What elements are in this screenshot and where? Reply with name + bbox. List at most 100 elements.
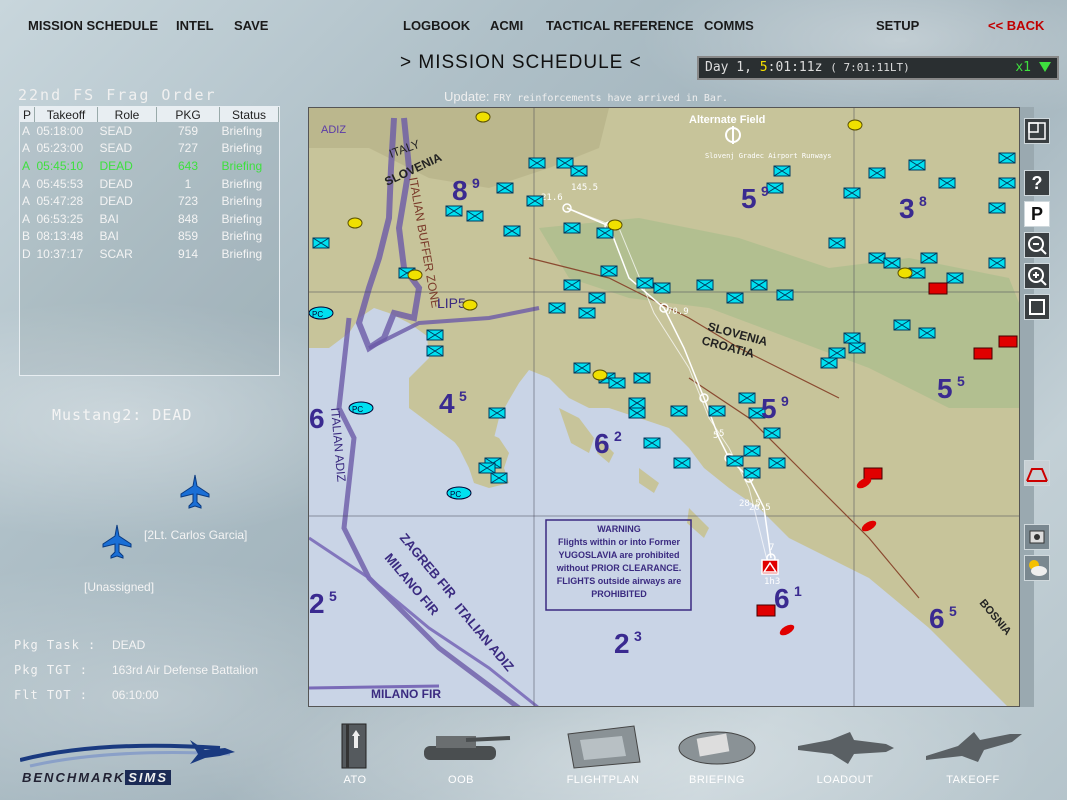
table-row[interactable]: A 05:45:53 DEAD 1 Briefing	[20, 175, 279, 193]
menu-tactical-reference[interactable]: TACTICAL REFERENCE	[546, 18, 694, 33]
enemy-unit-icon[interactable]	[928, 282, 948, 295]
friendly-unit-icon[interactable]	[918, 327, 936, 339]
flightplan-button[interactable]: FLIGHTPLAN	[548, 720, 658, 790]
friendly-unit-icon[interactable]	[743, 467, 761, 479]
friendly-unit-icon[interactable]	[776, 289, 794, 301]
friendly-unit-icon[interactable]	[828, 347, 846, 359]
friendly-unit-icon[interactable]	[883, 257, 901, 269]
friendly-unit-icon[interactable]	[526, 195, 544, 207]
friendly-unit-icon[interactable]	[570, 165, 588, 177]
enemy-unit-icon[interactable]	[756, 604, 776, 617]
p-button[interactable]: P	[1024, 201, 1050, 227]
menu-comms[interactable]: COMMS	[704, 18, 754, 33]
map-scrollbar[interactable]	[1020, 107, 1034, 707]
friendly-unit-icon[interactable]	[938, 177, 956, 189]
friendly-unit-icon[interactable]	[600, 265, 618, 277]
pc-marker[interactable]: PC	[348, 401, 374, 415]
zoom-in-button[interactable]	[1024, 263, 1050, 289]
friendly-unit-icon[interactable]	[563, 222, 581, 234]
friendly-unit-icon[interactable]	[920, 252, 938, 264]
friendly-unit-icon[interactable]	[628, 397, 646, 409]
ato-button[interactable]: ATO	[300, 720, 410, 790]
table-row[interactable]: A 06:53:25 BAI 848 Briefing	[20, 210, 279, 228]
zoom-out-button[interactable]	[1024, 232, 1050, 258]
table-row[interactable]: D 10:37:17 SCAR 914 Briefing	[20, 245, 279, 263]
friendly-unit-icon[interactable]	[608, 377, 626, 389]
pc-marker[interactable]: PC	[309, 306, 334, 320]
friendly-unit-icon[interactable]	[503, 225, 521, 237]
table-row[interactable]: A 05:18:00 SEAD 759 Briefing	[20, 122, 279, 140]
neutral-unit-icon[interactable]	[847, 119, 863, 131]
friendly-unit-icon[interactable]	[548, 302, 566, 314]
oob-button[interactable]: OOB	[406, 720, 516, 790]
enemy-unit-icon[interactable]	[863, 467, 883, 480]
friendly-unit-icon[interactable]	[988, 202, 1006, 214]
neutral-unit-icon[interactable]	[607, 219, 623, 231]
friendly-unit-icon[interactable]	[528, 157, 546, 169]
friendly-unit-icon[interactable]	[636, 277, 654, 289]
briefing-button[interactable]: BRIEFING	[662, 720, 772, 790]
friendly-unit-icon[interactable]	[868, 252, 886, 264]
friendly-unit-icon[interactable]	[893, 319, 911, 331]
friendly-unit-icon[interactable]	[763, 427, 781, 439]
friendly-unit-icon[interactable]	[738, 392, 756, 404]
friendly-unit-icon[interactable]	[988, 257, 1006, 269]
friendly-unit-icon[interactable]	[496, 182, 514, 194]
table-row[interactable]: A 05:23:00 SEAD 727 Briefing	[20, 140, 279, 158]
col-status[interactable]: Status	[219, 107, 279, 122]
friendly-unit-icon[interactable]	[766, 182, 784, 194]
menu-acmi[interactable]: ACMI	[490, 18, 523, 33]
friendly-unit-icon[interactable]	[578, 307, 596, 319]
friendly-unit-icon[interactable]	[843, 187, 861, 199]
friendly-unit-icon[interactable]	[596, 227, 614, 239]
friendly-unit-icon[interactable]	[445, 205, 463, 217]
col-p[interactable]: P	[20, 107, 35, 122]
neutral-unit-icon[interactable]	[347, 217, 363, 229]
neutral-unit-icon[interactable]	[475, 111, 491, 123]
friendly-unit-icon[interactable]	[743, 445, 761, 457]
friendly-unit-icon[interactable]	[998, 152, 1016, 164]
pilot-slot-2[interactable]: [Unassigned]	[84, 580, 154, 594]
friendly-unit-icon[interactable]	[848, 342, 866, 354]
friendly-unit-icon[interactable]	[726, 292, 744, 304]
friendly-unit-icon[interactable]	[426, 329, 444, 341]
friendly-unit-icon[interactable]	[633, 372, 651, 384]
takeoff-button[interactable]: TAKEOFF	[918, 720, 1028, 790]
table-row[interactable]: A 05:45:10 DEAD 643 Briefing	[20, 157, 279, 175]
weather-button[interactable]	[1024, 555, 1050, 581]
recon-button[interactable]	[1024, 524, 1050, 550]
neutral-unit-icon[interactable]	[407, 269, 423, 281]
col-role[interactable]: Role	[97, 107, 157, 122]
friendly-unit-icon[interactable]	[768, 457, 786, 469]
menu-logbook[interactable]: LOGBOOK	[403, 18, 470, 33]
friendly-unit-icon[interactable]	[773, 165, 791, 177]
friendly-unit-icon[interactable]	[643, 437, 661, 449]
pilot-slot-1[interactable]: [2Lt. Carlos Garcia]	[144, 528, 247, 542]
friendly-unit-icon[interactable]	[750, 279, 768, 291]
friendly-unit-icon[interactable]	[628, 407, 646, 419]
friendly-unit-icon[interactable]	[998, 177, 1016, 189]
neutral-unit-icon[interactable]	[462, 299, 478, 311]
friendly-unit-icon[interactable]	[828, 237, 846, 249]
menu-mission-schedule[interactable]: MISSION SCHEDULE	[28, 18, 158, 33]
fit-map-button[interactable]	[1024, 294, 1050, 320]
friendly-unit-icon[interactable]	[488, 407, 506, 419]
friendly-unit-icon[interactable]	[653, 282, 671, 294]
col-pkg[interactable]: PKG	[156, 107, 220, 122]
friendly-unit-icon[interactable]	[478, 462, 496, 474]
friendly-unit-icon[interactable]	[573, 362, 591, 374]
tactical-map[interactable]: 145.5 21.6 5 70.9 5 28.5 20.5 7 1h3 ITALY SLOVEN…	[308, 107, 1020, 707]
friendly-unit-icon[interactable]	[726, 455, 744, 467]
enemy-unit-icon[interactable]	[973, 347, 993, 360]
col-takeoff[interactable]: Takeoff	[34, 107, 98, 122]
neutral-unit-icon[interactable]	[592, 369, 608, 381]
jet-icon[interactable]	[180, 474, 210, 510]
friendly-unit-icon[interactable]	[708, 405, 726, 417]
menu-save[interactable]: SAVE	[234, 18, 268, 33]
chevron-down-icon[interactable]	[1039, 62, 1051, 72]
map-svg[interactable]: 145.521.6570.9528.520.571h3 ITALY SLOVEN…	[309, 108, 1020, 707]
friendly-unit-icon[interactable]	[426, 345, 444, 357]
table-row[interactable]: B 08:13:48 BAI 859 Briefing	[20, 228, 279, 246]
loadout-button[interactable]: LOADOUT	[790, 720, 900, 790]
menu-setup[interactable]: SETUP	[876, 18, 919, 33]
